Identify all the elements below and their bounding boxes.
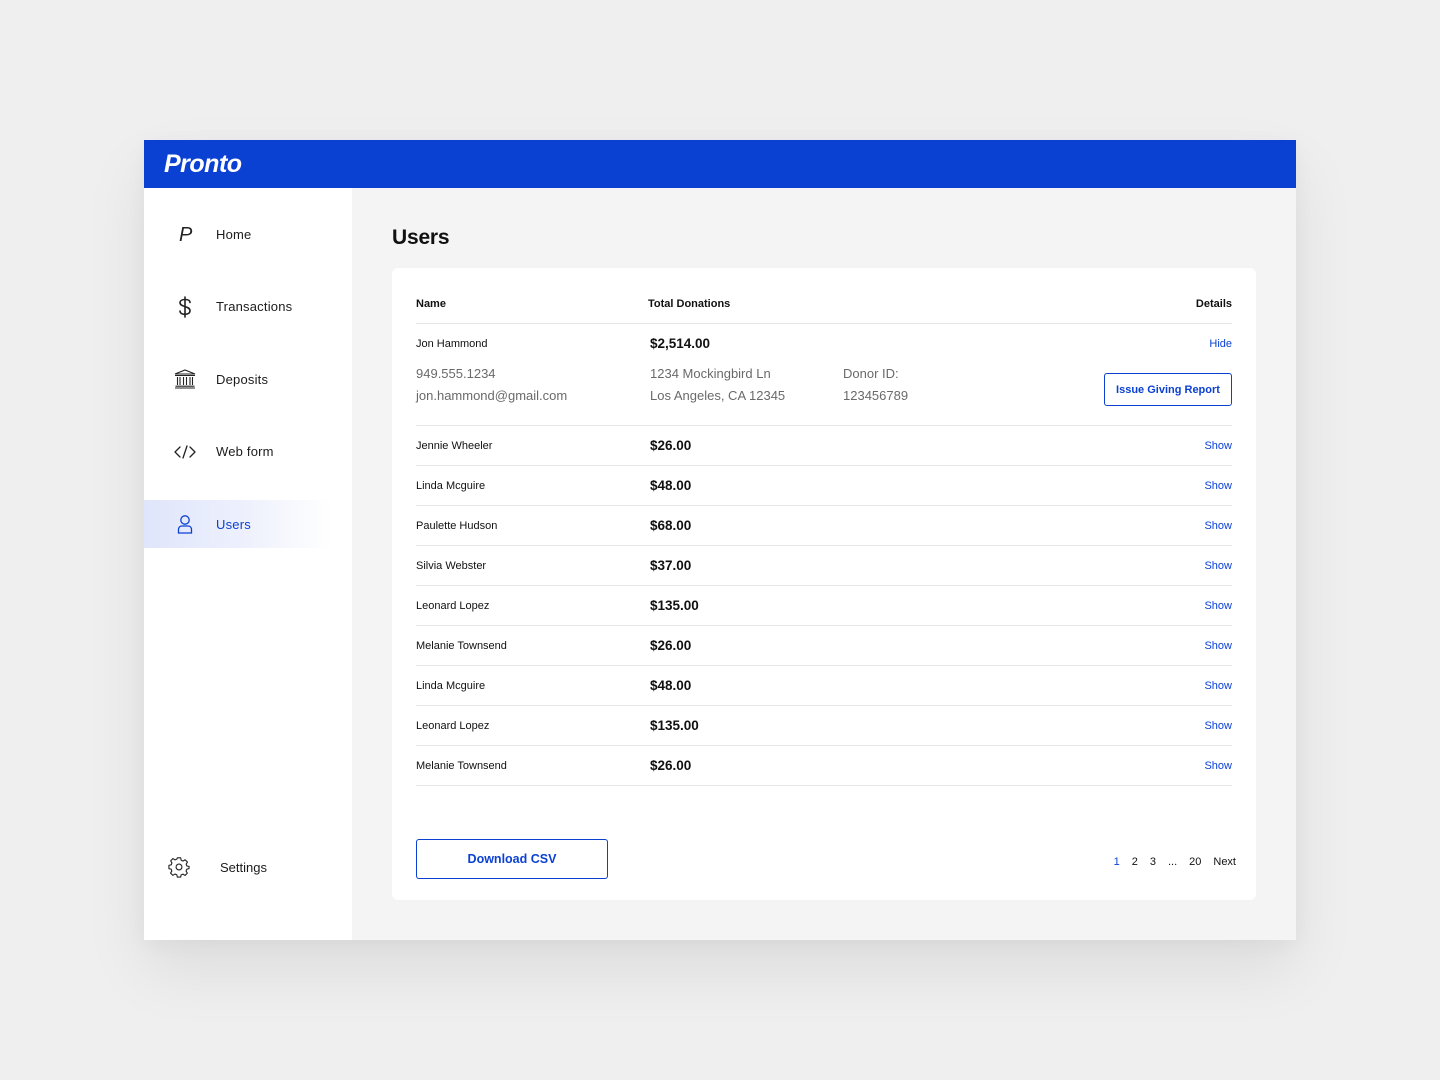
user-name: Linda Mcguire <box>416 479 486 492</box>
sidebar-item-label: Transactions <box>216 299 293 314</box>
sidebar-item-label: Home <box>216 226 252 242</box>
bank-icon <box>174 368 196 390</box>
show-details-link[interactable]: Show <box>1204 680 1232 692</box>
sidebar-item-label: Web form <box>216 444 274 459</box>
page-3-link[interactable]: 3 <box>1150 856 1156 868</box>
page-2-link[interactable]: 2 <box>1132 856 1138 868</box>
top-bar: Pronto <box>144 140 1296 188</box>
user-name: Melanie Townsend <box>416 759 507 772</box>
user-address-line2: Los Angeles, CA 12345 <box>650 388 786 403</box>
pronto-p-icon: P <box>174 223 196 245</box>
table-row: Leonard Lopez $135.00 Show <box>416 586 1232 626</box>
page-last-link[interactable]: 20 <box>1189 856 1201 868</box>
issue-giving-report-button[interactable]: Issue Giving Report <box>1104 373 1232 406</box>
dollar-icon <box>174 295 196 318</box>
hide-details-link[interactable]: Hide <box>1209 338 1232 350</box>
download-csv-button[interactable]: Download CSV <box>416 839 608 879</box>
user-name: Jennie Wheeler <box>416 439 493 452</box>
sidebar-item-label: Deposits <box>216 371 269 387</box>
show-details-link[interactable]: Show <box>1204 440 1232 452</box>
table-row: Linda Mcguire $48.00 Show <box>416 466 1232 506</box>
sidebar-item-home[interactable]: P Home <box>144 210 352 258</box>
table-row-expanded: Jon Hammond $2,514.00 Hide 949.555.1234 … <box>416 324 1232 426</box>
user-name: Leonard Lopez <box>416 719 490 732</box>
user-name: Jon Hammond <box>416 338 488 350</box>
user-name: Paulette Hudson <box>416 519 498 532</box>
sidebar-item-deposits[interactable]: Deposits <box>144 355 352 403</box>
show-details-link[interactable]: Show <box>1204 560 1232 572</box>
pronto-logo[interactable]: Pronto <box>164 150 242 179</box>
sidebar-item-transactions[interactable]: Transactions <box>144 283 352 331</box>
sidebar-item-users[interactable]: Users <box>144 500 332 548</box>
user-total: $48.00 <box>650 478 692 493</box>
code-icon <box>174 441 196 463</box>
table-row: Leonard Lopez $135.00 Show <box>416 706 1232 746</box>
user-name: Linda Mcguire <box>416 679 486 692</box>
user-name: Leonard Lopez <box>416 599 490 612</box>
user-total: $26.00 <box>650 758 692 773</box>
show-details-link[interactable]: Show <box>1204 720 1232 732</box>
user-total: $135.00 <box>650 718 699 733</box>
column-header-name[interactable]: Name <box>416 298 648 310</box>
page-title: Users <box>392 226 450 249</box>
user-icon <box>174 513 196 535</box>
user-phone: 949.555.1234 <box>416 366 496 381</box>
user-address-line1: 1234 Mockingbird Ln <box>650 366 771 381</box>
show-details-link[interactable]: Show <box>1204 640 1232 652</box>
user-email: jon.hammond@gmail.com <box>416 388 568 403</box>
table-body: Jennie Wheeler $26.00 Show Linda Mcguire $48… <box>416 426 1232 786</box>
main-content: Users Name Total Donations Details Jon H… <box>352 188 1296 940</box>
column-header-details: Details <box>1195 298 1232 310</box>
donor-id-label: Donor ID: <box>843 366 899 381</box>
donor-id-value: 123456789 <box>843 388 909 403</box>
user-total: $48.00 <box>650 678 692 693</box>
table-row: Melanie Townsend $26.00 Show <box>416 746 1232 786</box>
user-total: $68.00 <box>650 518 692 533</box>
app-window: Pronto P Home Transactions Deposits Web … <box>144 140 1296 940</box>
table-row: Linda Mcguire $48.00 Show <box>416 666 1232 706</box>
table-row: Melanie Townsend $26.00 Show <box>416 626 1232 666</box>
user-total: $26.00 <box>650 638 692 653</box>
sidebar: P Home Transactions Deposits Web form Us… <box>144 188 352 940</box>
gear-icon <box>168 856 190 878</box>
pagination: 1 2 3 ... 20 Next <box>1102 856 1236 868</box>
page-1-link[interactable]: 1 <box>1114 856 1120 868</box>
table-header: Name Total Donations Details <box>416 268 1232 324</box>
sidebar-item-web-form[interactable]: Web form <box>144 428 352 476</box>
user-total: $2,514.00 <box>650 336 711 351</box>
next-page-link[interactable]: Next <box>1213 856 1236 868</box>
settings-label: Settings <box>220 859 267 875</box>
column-header-total[interactable]: Total Donations <box>648 298 848 310</box>
table-row: Jennie Wheeler $26.00 Show <box>416 426 1232 466</box>
svg-text:P: P <box>179 225 193 243</box>
show-details-link[interactable]: Show <box>1204 520 1232 532</box>
user-total: $26.00 <box>650 438 692 453</box>
pagination-ellipsis: ... <box>1167 856 1178 868</box>
sidebar-item-label: Users <box>216 516 251 532</box>
app-body: P Home Transactions Deposits Web form Us… <box>144 188 1296 940</box>
user-total: $135.00 <box>650 598 699 613</box>
user-name: Silvia Webster <box>416 559 487 572</box>
show-details-link[interactable]: Show <box>1204 600 1232 612</box>
table-row: Silvia Webster $37.00 Show <box>416 546 1232 586</box>
user-total: $37.00 <box>650 558 692 573</box>
show-details-link[interactable]: Show <box>1204 760 1232 772</box>
show-details-link[interactable]: Show <box>1204 480 1232 492</box>
users-card: Name Total Donations Details Jon Hammond… <box>392 268 1256 900</box>
sidebar-item-settings[interactable]: Settings <box>144 856 267 878</box>
user-name: Melanie Townsend <box>416 639 507 652</box>
table-row: Paulette Hudson $68.00 Show <box>416 506 1232 546</box>
